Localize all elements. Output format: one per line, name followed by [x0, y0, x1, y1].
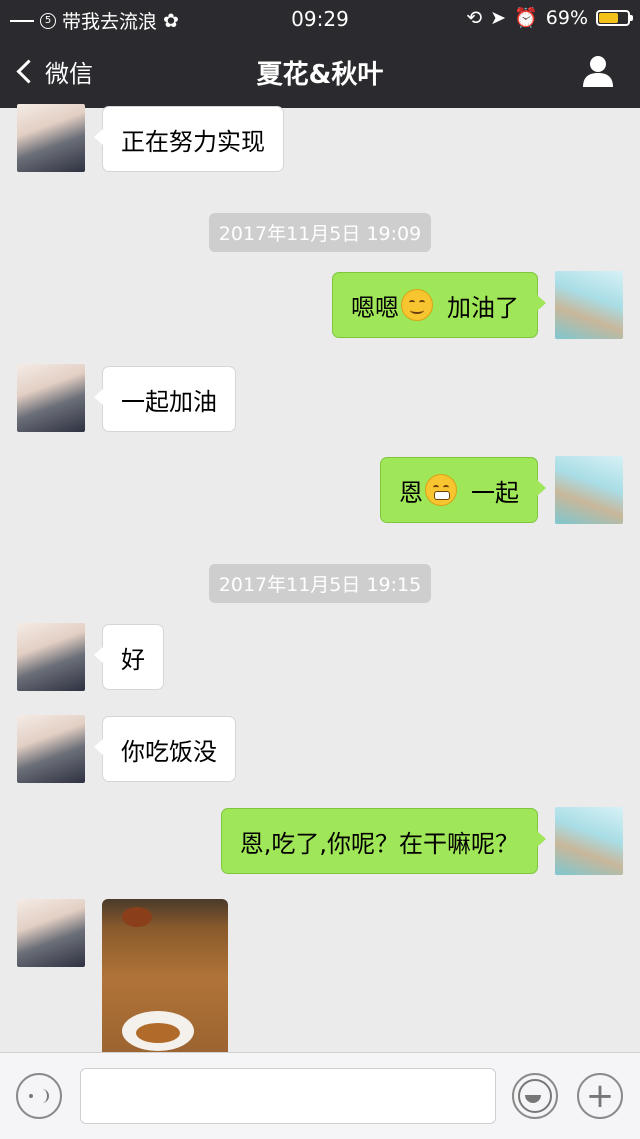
more-button[interactable]: + — [577, 1073, 623, 1119]
smile-emoji-icon — [401, 289, 433, 321]
self-avatar[interactable] — [555, 271, 623, 339]
grin-emoji-icon — [425, 474, 457, 506]
battery-percent: 69% — [545, 6, 588, 29]
top-bar: 5 带我去流浪 ✿ 09:29 ⟲ ➤ ⏰ 69% 微信 夏花&秋叶 — [0, 0, 640, 108]
emoji-icon — [518, 1079, 552, 1113]
contact-avatar[interactable] — [17, 364, 85, 432]
timestamp: 2017年11月5日 19:15 — [0, 564, 640, 603]
emoji-button[interactable] — [512, 1073, 558, 1119]
voice-icon — [29, 1089, 49, 1103]
outgoing-message[interactable]: 嗯嗯 加油了 — [332, 272, 546, 338]
input-bar: + — [0, 1052, 640, 1139]
incoming-message[interactable]: 正在努力实现 — [94, 106, 284, 172]
lock-rotation-icon: ⟲ — [466, 6, 483, 29]
chat-title: 夏花&秋叶 — [256, 60, 384, 90]
incoming-message[interactable]: 好 — [94, 624, 164, 690]
self-avatar[interactable] — [555, 456, 623, 524]
location-icon: ➤ — [490, 6, 507, 29]
contact-avatar[interactable] — [17, 104, 85, 172]
nav-bar: 微信 夏花&秋叶 — [0, 36, 640, 108]
message-input[interactable] — [80, 1068, 496, 1124]
contact-info-icon[interactable] — [582, 54, 614, 88]
outgoing-message[interactable]: 恩 一起 — [380, 457, 546, 523]
incoming-message[interactable]: 你吃饭没 — [94, 716, 236, 782]
image-message[interactable] — [102, 899, 228, 1059]
contact-avatar[interactable] — [17, 715, 85, 783]
incoming-message[interactable]: 一起加油 — [94, 366, 236, 432]
contact-avatar[interactable] — [17, 623, 85, 691]
plus-icon: + — [585, 1076, 615, 1116]
timestamp: 2017年11月5日 19:09 — [0, 213, 640, 252]
outgoing-message[interactable]: 恩,吃了,你呢？在干嘛呢？ — [220, 808, 547, 874]
battery-icon — [596, 9, 633, 26]
alarm-icon: ⏰ — [514, 7, 538, 29]
status-bar: 5 带我去流浪 ✿ 09:29 ⟲ ➤ ⏰ 69% — [0, 0, 640, 36]
self-avatar[interactable] — [555, 807, 623, 875]
voice-button[interactable] — [16, 1073, 62, 1119]
contact-avatar[interactable] — [17, 899, 85, 967]
